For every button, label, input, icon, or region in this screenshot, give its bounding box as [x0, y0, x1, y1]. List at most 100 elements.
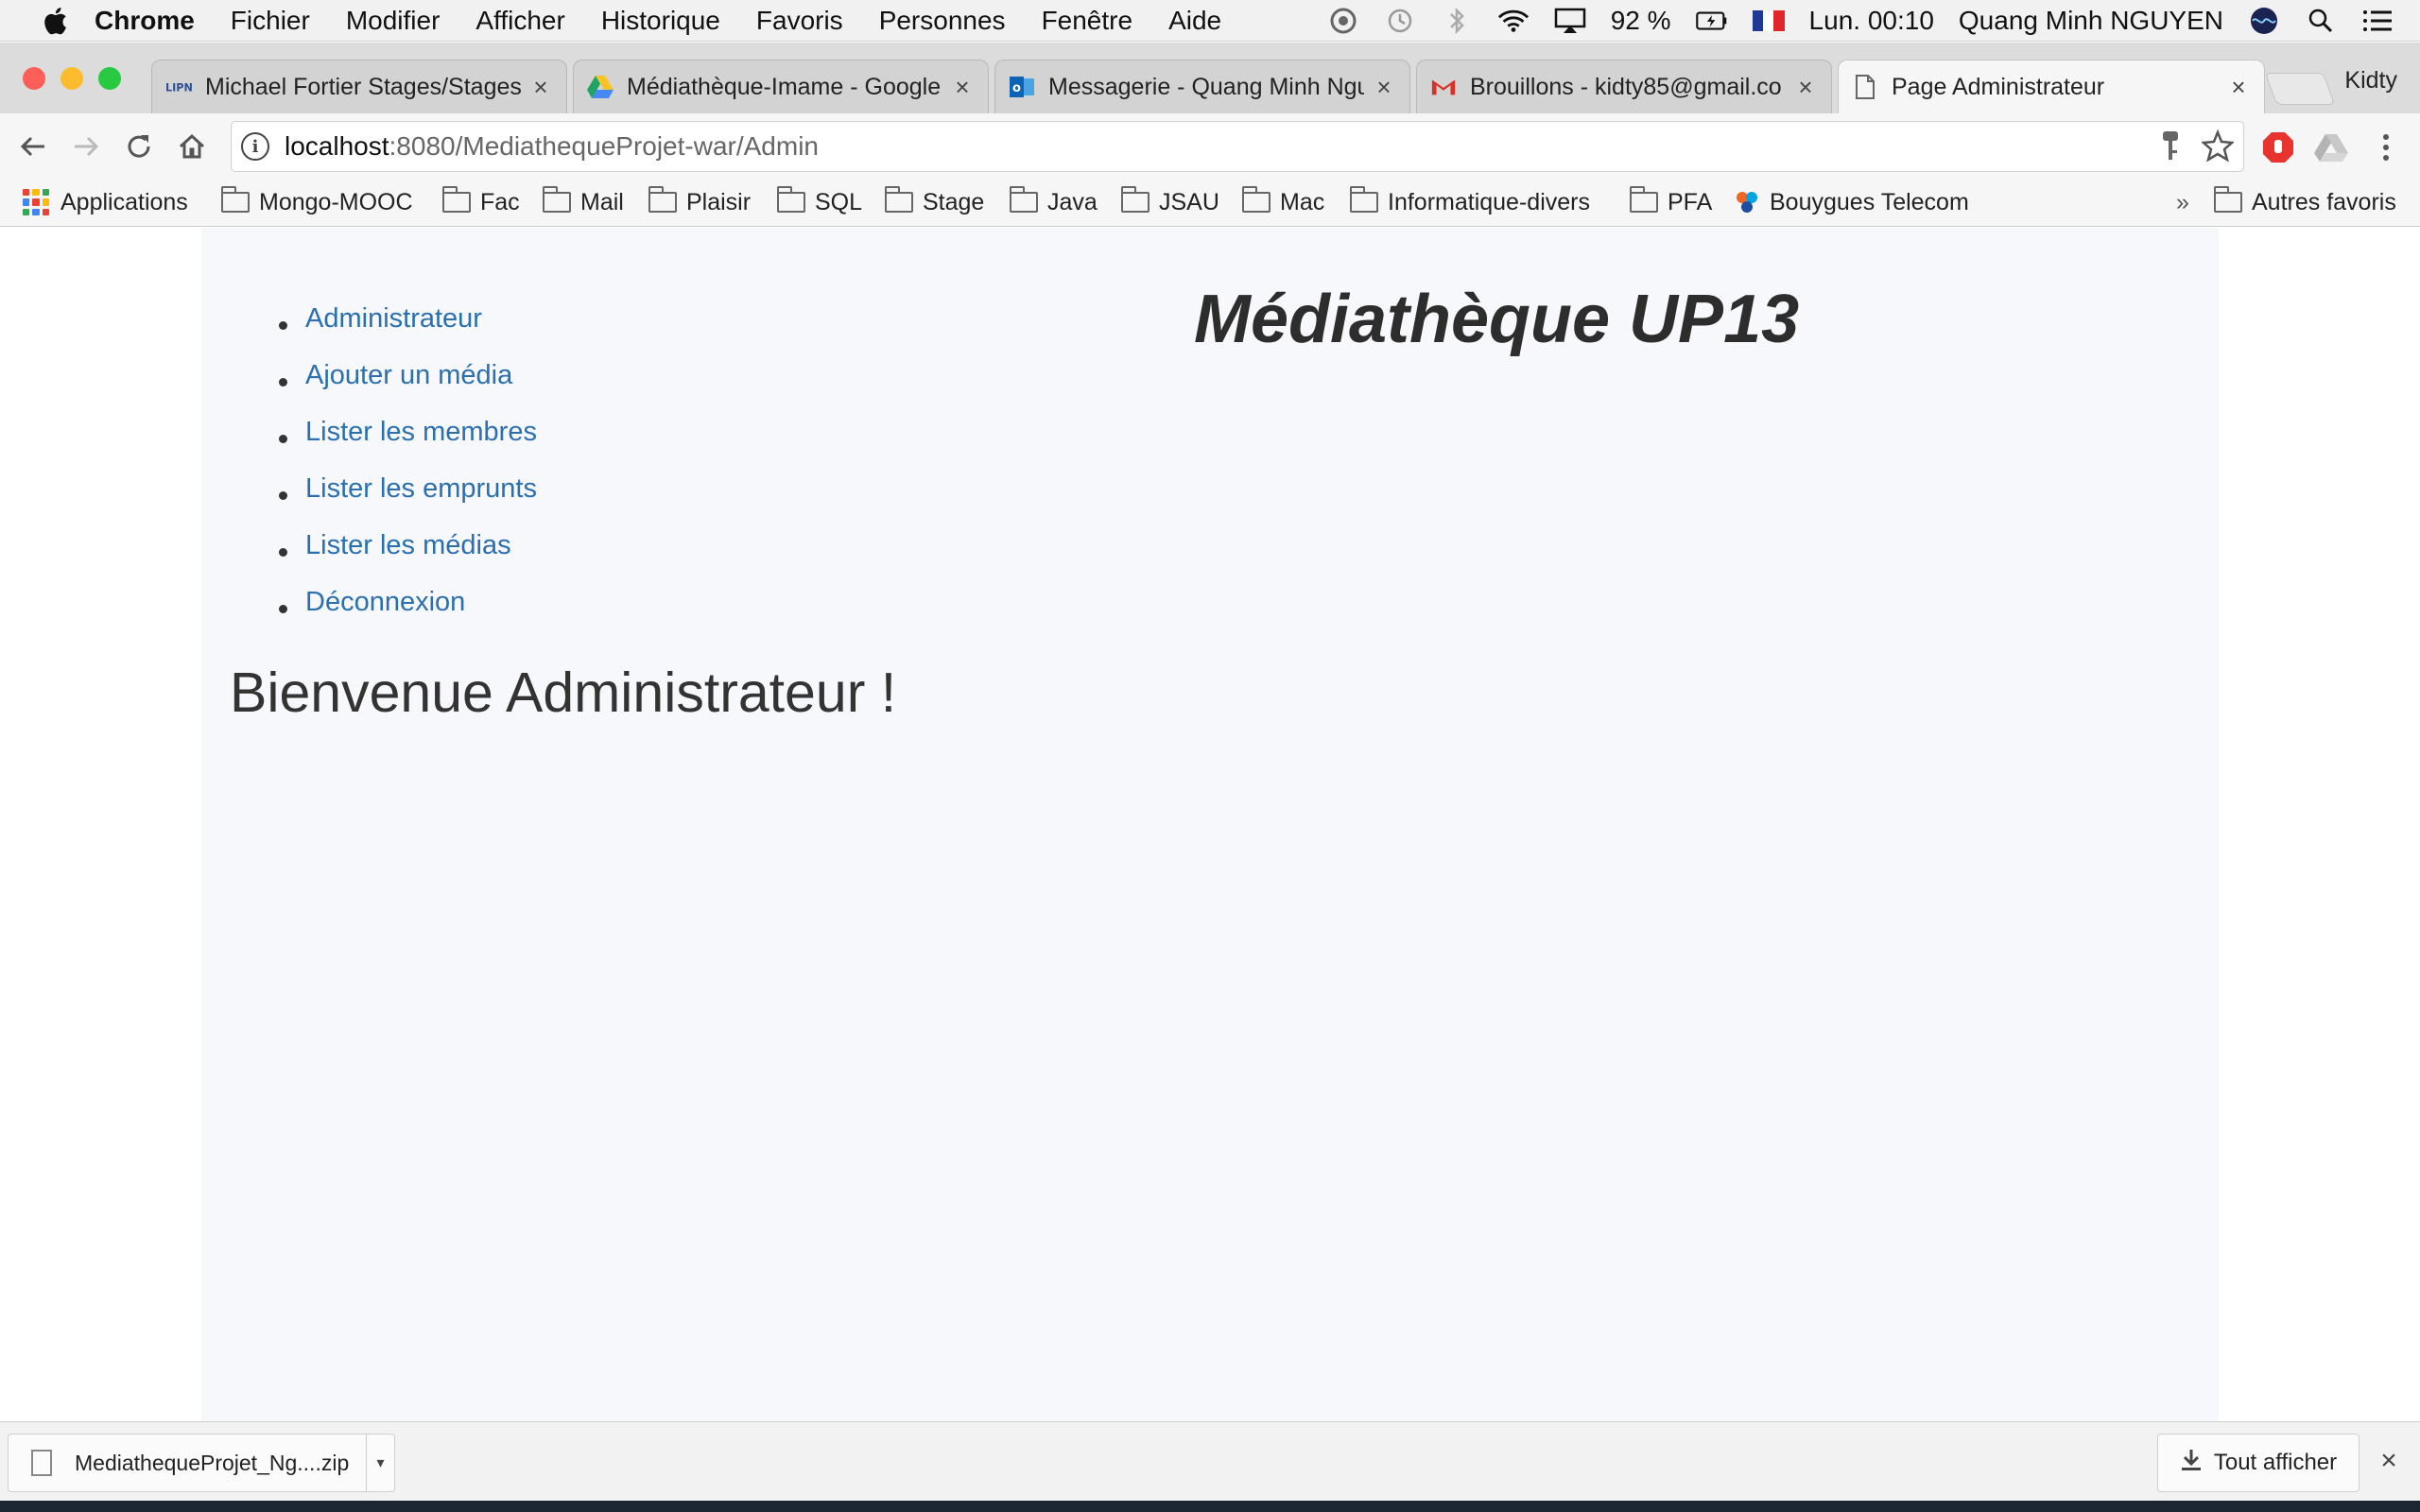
tab-title: Page Administrateur: [1892, 73, 2105, 100]
chrome-menu-icon[interactable]: [2367, 129, 2405, 166]
bookmark-folder-mail[interactable]: Mail: [543, 185, 624, 219]
menu-modifier[interactable]: Modifier: [346, 6, 441, 36]
sync-icon[interactable]: [1327, 7, 1359, 35]
document-icon: [1852, 74, 1878, 100]
tab-close-icon[interactable]: ×: [528, 73, 553, 101]
tab-brouillons[interactable]: Brouillons - kidty85@gmail.co ×: [1416, 60, 1832, 113]
menu-afficher[interactable]: Afficher: [475, 6, 564, 36]
tab-page-administrateur[interactable]: Page Administrateur ×: [1838, 60, 2265, 113]
key-icon[interactable]: [2158, 129, 2183, 170]
bookmark-folder-java[interactable]: Java: [1010, 185, 1098, 219]
menu-aide[interactable]: Aide: [1168, 6, 1221, 36]
svg-text:LIPN: LIPN: [165, 82, 192, 94]
bookmark-folder-autres-favoris[interactable]: Autres favoris: [2214, 185, 2396, 219]
tab-title: Michael Fortier Stages/Stages: [205, 73, 521, 100]
bookmark-label: SQL: [815, 188, 863, 215]
bookmark-folder-fac[interactable]: Fac: [442, 185, 520, 219]
airplay-icon[interactable]: [1554, 7, 1586, 35]
new-tab-button[interactable]: [2264, 73, 2336, 105]
nav-link-lister-emprunts[interactable]: Lister les emprunts: [305, 473, 537, 504]
bookmarks-overflow-chevron[interactable]: »: [2176, 185, 2189, 219]
nav-link-deconnexion[interactable]: Déconnexion: [305, 587, 465, 617]
nav-item: Administrateur: [279, 303, 537, 360]
spotlight-search-icon[interactable]: [2305, 7, 2337, 35]
forward-arrow-icon[interactable]: [66, 127, 106, 166]
menu-fenetre[interactable]: Fenêtre: [1042, 6, 1133, 36]
window-minimize-button[interactable]: [60, 67, 83, 90]
tab-messagerie[interactable]: o Messagerie - Quang Minh Ngu ×: [994, 60, 1410, 113]
nav-item: Lister les médias: [279, 530, 537, 587]
apple-menu-icon[interactable]: [34, 0, 76, 42]
tab-michael-fortier[interactable]: LIPN Michael Fortier Stages/Stages ×: [151, 60, 567, 113]
nav-link-lister-medias[interactable]: Lister les médias: [305, 530, 511, 560]
site-info-icon[interactable]: i: [241, 132, 269, 161]
french-flag-icon[interactable]: [1752, 10, 1785, 31]
bookmark-folder-plaisir[interactable]: Plaisir: [648, 185, 751, 219]
menubar-clock[interactable]: Lun. 00:10: [1809, 6, 1934, 36]
bookmark-folder-informatique-divers[interactable]: Informatique-divers: [1350, 185, 1590, 219]
profile-name[interactable]: Kidty: [2344, 67, 2397, 94]
wifi-icon[interactable]: [1497, 7, 1530, 35]
bookmark-label: Autres favoris: [2252, 188, 2396, 215]
menu-historique[interactable]: Historique: [601, 6, 720, 36]
menu-personnes[interactable]: Personnes: [879, 6, 1006, 36]
folder-icon: [1242, 186, 1270, 213]
home-icon[interactable]: [172, 127, 212, 166]
nav-item: Déconnexion: [279, 587, 537, 644]
menu-app-name[interactable]: Chrome: [95, 6, 195, 36]
bookmark-folder-stage[interactable]: Stage: [885, 185, 984, 219]
tab-close-icon[interactable]: ×: [950, 73, 975, 101]
tab-title: Brouillons - kidty85@gmail.co: [1470, 73, 1782, 100]
nav-link-administrateur[interactable]: Administrateur: [305, 303, 482, 334]
nav-item: Lister les membres: [279, 417, 537, 473]
address-path: :8080/MediathequeProjet-war/Admin: [389, 131, 819, 161]
tab-close-icon[interactable]: ×: [1793, 73, 1818, 101]
adblock-extension-icon[interactable]: [2259, 129, 2297, 166]
nav-item: Ajouter un média: [279, 360, 537, 417]
apps-grid-icon: [23, 189, 49, 215]
google-drive-icon: [587, 74, 614, 100]
window-close-button[interactable]: [23, 67, 45, 90]
admin-nav-list: Administrateur Ajouter un média Lister l…: [279, 303, 537, 644]
bookmark-folder-sql[interactable]: SQL: [777, 185, 862, 219]
menubar-user[interactable]: Quang Minh NGUYEN: [1959, 6, 2223, 36]
battery-icon[interactable]: [1695, 7, 1728, 35]
notification-center-icon[interactable]: [2361, 7, 2394, 35]
folder-icon: [221, 186, 250, 213]
tab-close-icon[interactable]: ×: [2226, 73, 2251, 101]
address-bar[interactable]: i localhost :8080/MediathequeProjet-war/…: [231, 121, 2244, 172]
bookmarks-bar: Applications Mongo-MOOC Fac Mail Plaisir…: [0, 180, 2420, 227]
folder-icon: [885, 186, 913, 213]
battery-percent: 92 %: [1610, 6, 1671, 35]
download-options-arrow-icon[interactable]: ▾: [366, 1435, 394, 1491]
show-all-label: Tout afficher: [2213, 1450, 2338, 1475]
bookmark-label: Bouygues Telecom: [1770, 188, 1969, 215]
download-item[interactable]: MediathequeProjet_Ng....zip ▾: [8, 1434, 395, 1492]
window-zoom-button[interactable]: [98, 67, 121, 90]
bookmark-folder-jsau[interactable]: JSAU: [1121, 185, 1219, 219]
page-viewport: Administrateur Ajouter un média Lister l…: [0, 228, 2420, 1421]
siri-icon[interactable]: [2248, 7, 2280, 35]
bookmark-bouygues-telecom[interactable]: Bouygues Telecom: [1734, 185, 1969, 219]
bookmark-folder-mongo-mooc[interactable]: Mongo-MOOC: [221, 185, 413, 219]
bookmark-folder-mac[interactable]: Mac: [1242, 185, 1324, 219]
bookmark-folder-pfa[interactable]: PFA: [1630, 185, 1712, 219]
close-shelf-icon[interactable]: ×: [2375, 1445, 2403, 1476]
reload-icon[interactable]: [119, 127, 159, 166]
nav-link-lister-membres[interactable]: Lister les membres: [305, 417, 537, 447]
bookmark-label: PFA: [1668, 188, 1713, 215]
menu-favoris[interactable]: Favoris: [756, 6, 843, 36]
show-all-downloads-button[interactable]: Tout afficher: [2157, 1434, 2360, 1492]
bookmark-label: Mac: [1280, 188, 1325, 215]
download-icon: [2180, 1448, 2203, 1479]
bookmark-applications[interactable]: Applications: [23, 185, 188, 219]
drive-extension-icon[interactable]: [2312, 129, 2350, 166]
menu-fichier[interactable]: Fichier: [231, 6, 310, 36]
bookmark-star-icon[interactable]: [2200, 129, 2236, 170]
time-machine-icon[interactable]: [1384, 7, 1416, 35]
back-arrow-icon[interactable]: [13, 127, 53, 166]
bluetooth-icon[interactable]: [1441, 7, 1473, 35]
nav-link-ajouter-media[interactable]: Ajouter un média: [305, 360, 512, 390]
tab-mediatheque-drive[interactable]: Médiathèque-Imame - Google ×: [573, 60, 989, 113]
tab-close-icon[interactable]: ×: [1372, 73, 1396, 101]
